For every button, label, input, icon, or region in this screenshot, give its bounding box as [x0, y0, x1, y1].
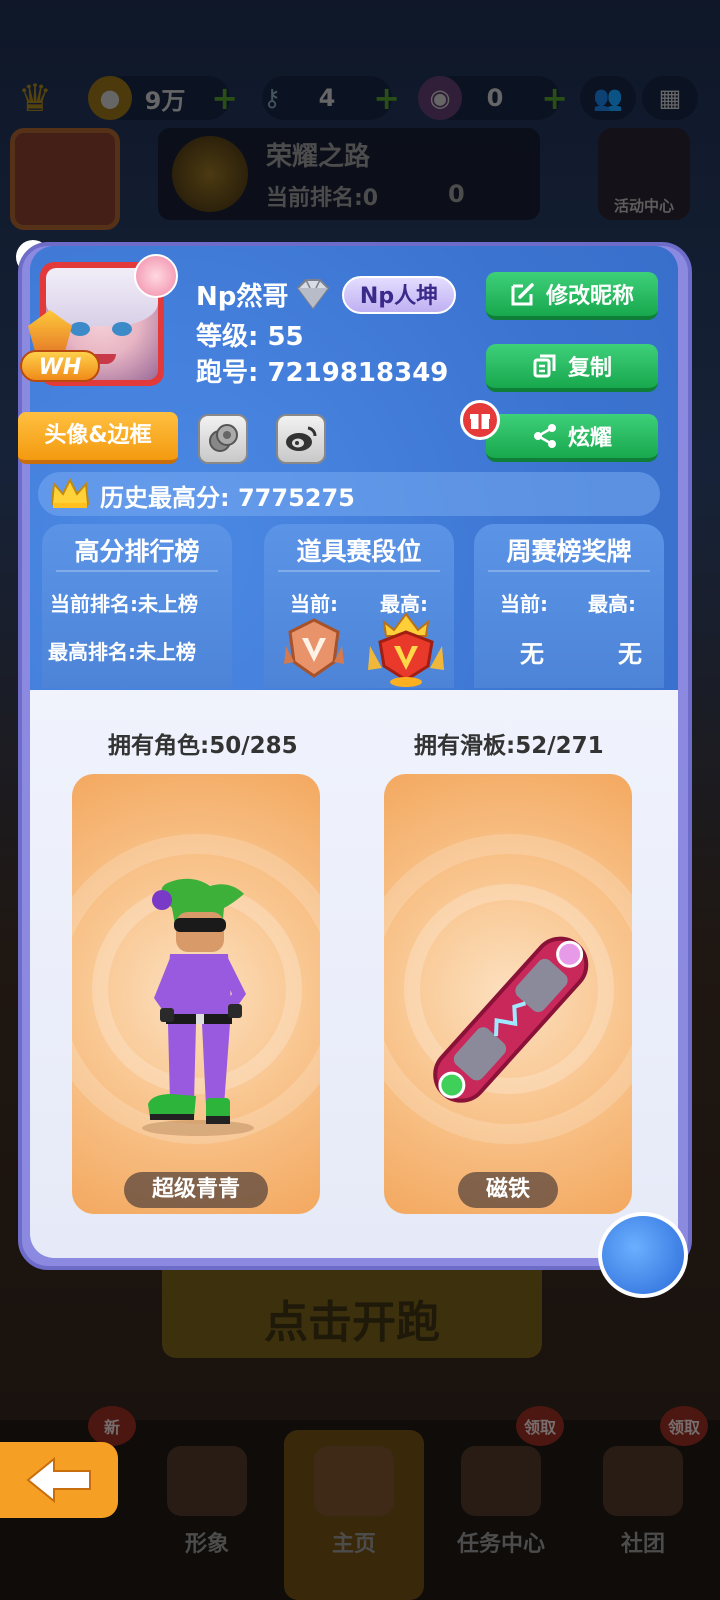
- level-row: 等级: 55: [196, 316, 304, 353]
- diamond-rank-icon: [296, 279, 330, 310]
- score-leaderboard-card[interactable]: 高分排行榜 当前排名:未上榜 最高排名:未上榜: [42, 524, 232, 688]
- magnet-board-figure: [433, 936, 589, 1103]
- copy-icon: [533, 354, 556, 378]
- gear-coins-icon: [209, 424, 238, 452]
- settings-coins-button[interactable]: [198, 414, 248, 464]
- copy-label: 复制: [567, 356, 612, 381]
- character-figure: [142, 878, 254, 1136]
- high-score-text: 历史最高分: 7775275: [100, 478, 355, 513]
- bronze-rank-icon: [284, 618, 344, 678]
- high-score-value: 7775275: [237, 484, 355, 512]
- score-leaderboard-title: 高分排行榜: [74, 537, 200, 566]
- owned-characters-label: 拥有角色:50/285: [108, 733, 298, 759]
- sticker-icon[interactable]: [598, 1212, 688, 1298]
- item-rank-title: 道具赛段位: [296, 537, 422, 566]
- wh-badge-label: WH: [20, 350, 100, 382]
- level-value: 55: [267, 322, 304, 352]
- crown-icon: [50, 478, 90, 508]
- runid-row: 跑号: 7219818349: [196, 352, 448, 389]
- level-label: 等级:: [196, 322, 259, 352]
- gift-icon[interactable]: [460, 400, 500, 440]
- nickname-tag: Np人坤: [342, 276, 456, 314]
- high-score-label: 历史最高分:: [100, 484, 230, 512]
- weekly-medal-title: 周赛榜奖牌: [506, 537, 632, 566]
- gold-crown-rank-icon: [368, 612, 444, 687]
- sakura-icon: [134, 254, 178, 298]
- pagoda-icon: [28, 310, 72, 350]
- share-icon: [533, 424, 556, 448]
- weekly-best-value: 无: [618, 640, 642, 668]
- weekly-current-label: 当前:: [500, 592, 548, 616]
- share-button[interactable]: 炫耀: [486, 414, 658, 462]
- back-button[interactable]: [0, 1442, 118, 1518]
- edit-nickname-button[interactable]: 修改昵称: [486, 272, 658, 320]
- score-best-rank: 最高排名:未上榜: [48, 640, 196, 664]
- avatar-frame-badge: WH: [20, 310, 100, 390]
- runid-value: 7219818349: [267, 358, 449, 388]
- item-rank-current-label: 当前:: [290, 592, 338, 616]
- edit-icon: [511, 283, 534, 306]
- edit-nickname-label: 修改昵称: [545, 284, 634, 309]
- owned-boards-label: 拥有滑板:52/271: [414, 733, 604, 759]
- character-card[interactable]: 超级青青: [72, 774, 320, 1214]
- character-name: 超级青青: [123, 1172, 269, 1208]
- weibo-icon: [286, 426, 317, 451]
- back-arrow-icon: [26, 1456, 91, 1504]
- high-score-bar: 历史最高分: 7775275: [38, 472, 660, 516]
- share-label: 炫耀: [567, 426, 612, 451]
- player-name: Np然哥: [196, 282, 289, 312]
- item-rank-card[interactable]: 道具赛段位 当前: 最高:: [264, 524, 454, 688]
- copy-button[interactable]: 复制: [486, 344, 658, 392]
- weekly-best-label: 最高:: [588, 592, 636, 616]
- board-name: 磁铁: [457, 1172, 559, 1208]
- runid-label: 跑号:: [196, 358, 259, 388]
- avatar-frame-button[interactable]: 头像&边框: [18, 412, 178, 464]
- score-current-rank: 当前排名:未上榜: [50, 592, 198, 616]
- weekly-medal-card[interactable]: 周赛榜奖牌 当前: 最高: 无 无: [474, 524, 664, 688]
- weibo-button[interactable]: [276, 414, 326, 464]
- weekly-current-value: 无: [520, 640, 544, 668]
- board-card[interactable]: 磁铁: [384, 774, 632, 1214]
